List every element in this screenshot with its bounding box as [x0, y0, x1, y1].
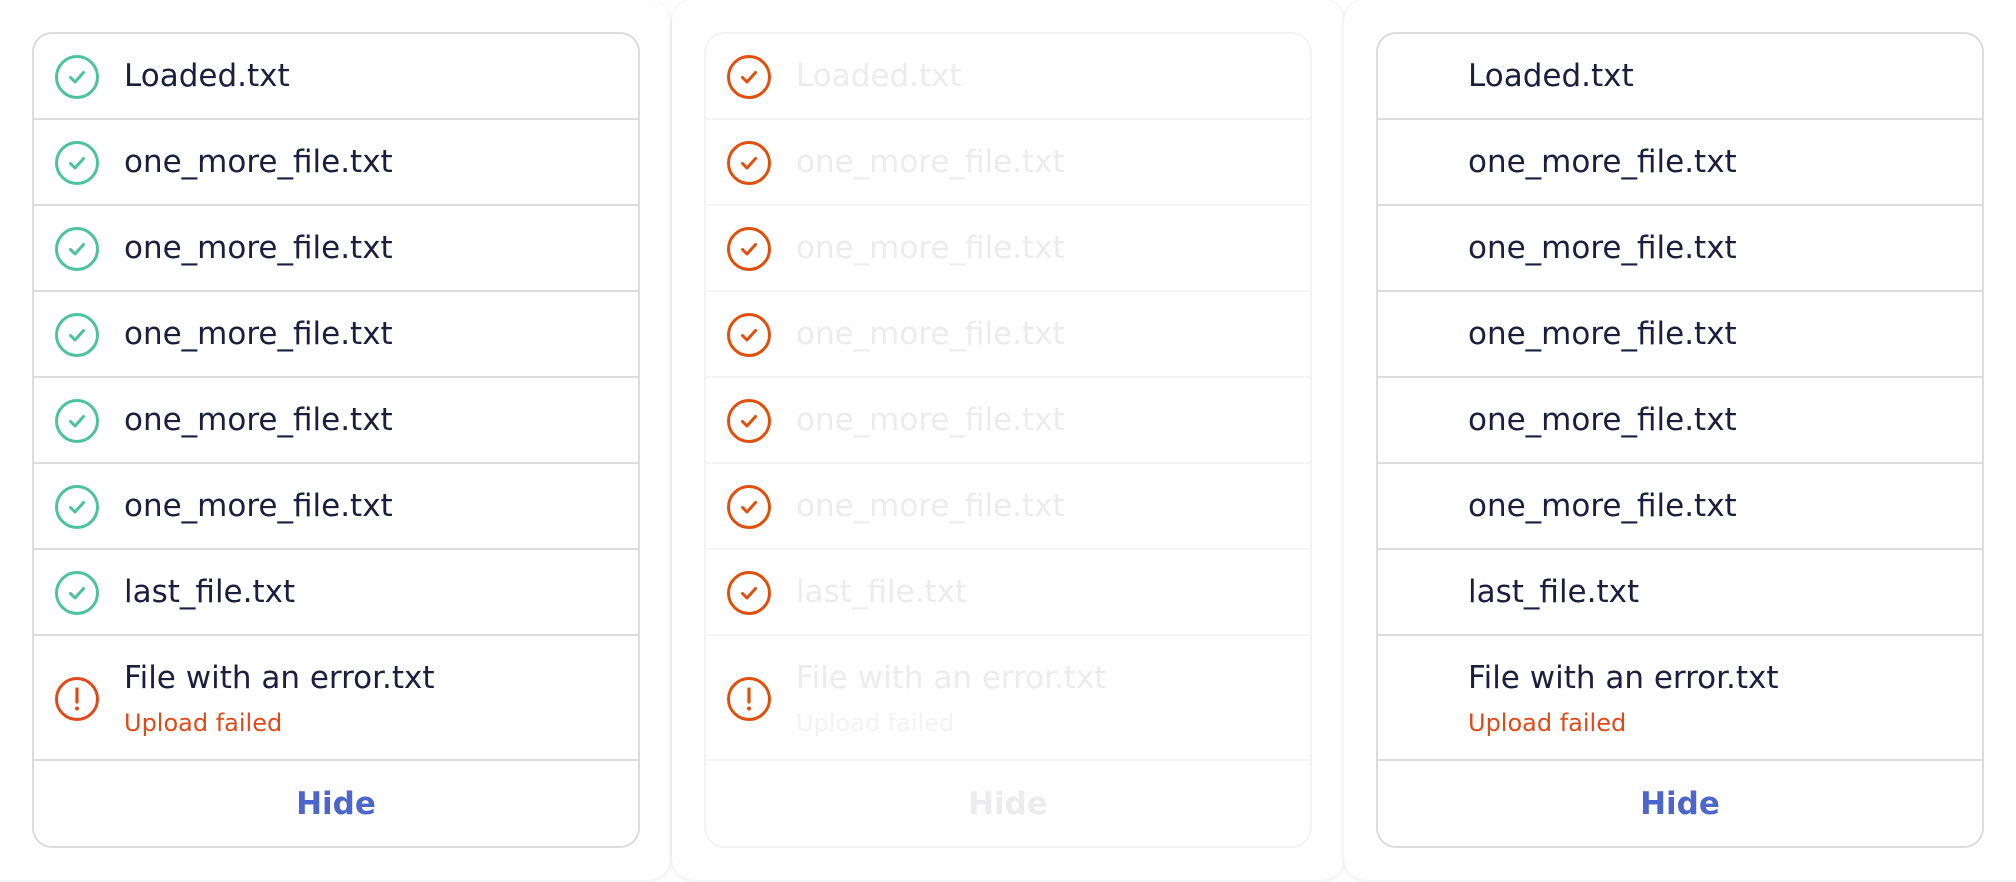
file-name: one_more_file.txt	[124, 402, 393, 438]
check-circle-icon	[54, 140, 100, 186]
file-row: one_more_file.txt	[706, 120, 1310, 206]
file-name: Loaded.txt	[1468, 58, 1634, 94]
file-name: one_more_file.txt	[796, 230, 1065, 266]
error-message: Upload failed	[1468, 709, 1627, 737]
file-row: Loaded.txt	[34, 34, 638, 120]
file-name: one_more_file.txt	[1468, 316, 1737, 352]
check-circle-icon	[726, 312, 772, 358]
file-name: one_more_file.txt	[1468, 488, 1737, 524]
check-circle-icon	[726, 484, 772, 530]
upload-list-card-faded: Loaded.txt one_more_file.txt one_more_fi…	[704, 32, 1312, 848]
file-row: Loaded.txt	[706, 34, 1310, 120]
file-row: one_more_file.txt	[706, 206, 1310, 292]
file-name: File with an error.txt	[124, 660, 435, 696]
file-name: last_file.txt	[1468, 574, 1640, 610]
file-name: one_more_file.txt	[124, 316, 393, 352]
file-name: last_file.txt	[796, 574, 968, 610]
upload-list-card: Loaded.txt one_more_file.txt one_more_fi…	[32, 32, 640, 848]
check-circle-icon	[54, 226, 100, 272]
file-row: one_more_file.txt	[34, 292, 638, 378]
file-row: one_more_file.txt	[34, 464, 638, 550]
file-name: one_more_file.txt	[124, 230, 393, 266]
file-row: one_more_file.txt	[1378, 464, 1982, 550]
file-name: one_more_file.txt	[1468, 230, 1737, 266]
file-row: one_more_file.txt	[1378, 206, 1982, 292]
file-row: last_file.txt	[34, 550, 638, 636]
file-name: one_more_file.txt	[1468, 402, 1737, 438]
file-row: one_more_file.txt	[34, 206, 638, 292]
file-name: Loaded.txt	[796, 58, 962, 94]
file-name: File with an error.txt	[1468, 660, 1779, 696]
check-circle-icon	[54, 54, 100, 100]
file-name: one_more_file.txt	[124, 488, 393, 524]
file-row: one_more_file.txt	[706, 292, 1310, 378]
error-circle-icon	[726, 676, 772, 722]
check-circle-icon	[54, 398, 100, 444]
file-row: one_more_file.txt	[34, 378, 638, 464]
check-circle-icon	[54, 312, 100, 358]
check-circle-icon	[726, 140, 772, 186]
file-row: last_file.txt	[1378, 550, 1982, 636]
hide-button[interactable]: Hide	[706, 761, 1310, 846]
file-row-error: File with an error.txt Upload failed	[34, 636, 638, 761]
file-row: last_file.txt	[706, 550, 1310, 636]
file-row: one_more_file.txt	[1378, 378, 1982, 464]
file-name: one_more_file.txt	[796, 144, 1065, 180]
file-name: one_more_file.txt	[796, 316, 1065, 352]
file-row-error: File with an error.txt Upload failed	[706, 636, 1310, 761]
hide-button[interactable]: Hide	[1378, 761, 1982, 846]
check-circle-icon	[726, 570, 772, 616]
error-message: Upload failed	[796, 709, 955, 737]
file-name: one_more_file.txt	[124, 144, 393, 180]
file-name: last_file.txt	[124, 574, 296, 610]
error-message: Upload failed	[124, 709, 283, 737]
file-row: Loaded.txt	[1378, 34, 1982, 120]
check-circle-icon	[54, 484, 100, 530]
file-name: File with an error.txt	[796, 660, 1107, 696]
check-circle-icon	[54, 570, 100, 616]
check-circle-icon	[726, 398, 772, 444]
check-circle-icon	[726, 54, 772, 100]
file-row: one_more_file.txt	[706, 464, 1310, 550]
hide-button[interactable]: Hide	[34, 761, 638, 846]
file-name: one_more_file.txt	[796, 402, 1065, 438]
check-circle-icon	[726, 226, 772, 272]
error-circle-icon	[54, 676, 100, 722]
upload-list-card-no-icons: Loaded.txt one_more_file.txt one_more_fi…	[1376, 32, 1984, 848]
file-name: one_more_file.txt	[1468, 144, 1737, 180]
file-row: one_more_file.txt	[1378, 120, 1982, 206]
file-name: one_more_file.txt	[796, 488, 1065, 524]
file-row: one_more_file.txt	[706, 378, 1310, 464]
file-row: one_more_file.txt	[1378, 292, 1982, 378]
file-row-error: File with an error.txt Upload failed	[1378, 636, 1982, 761]
file-row: one_more_file.txt	[34, 120, 638, 206]
file-name: Loaded.txt	[124, 58, 290, 94]
